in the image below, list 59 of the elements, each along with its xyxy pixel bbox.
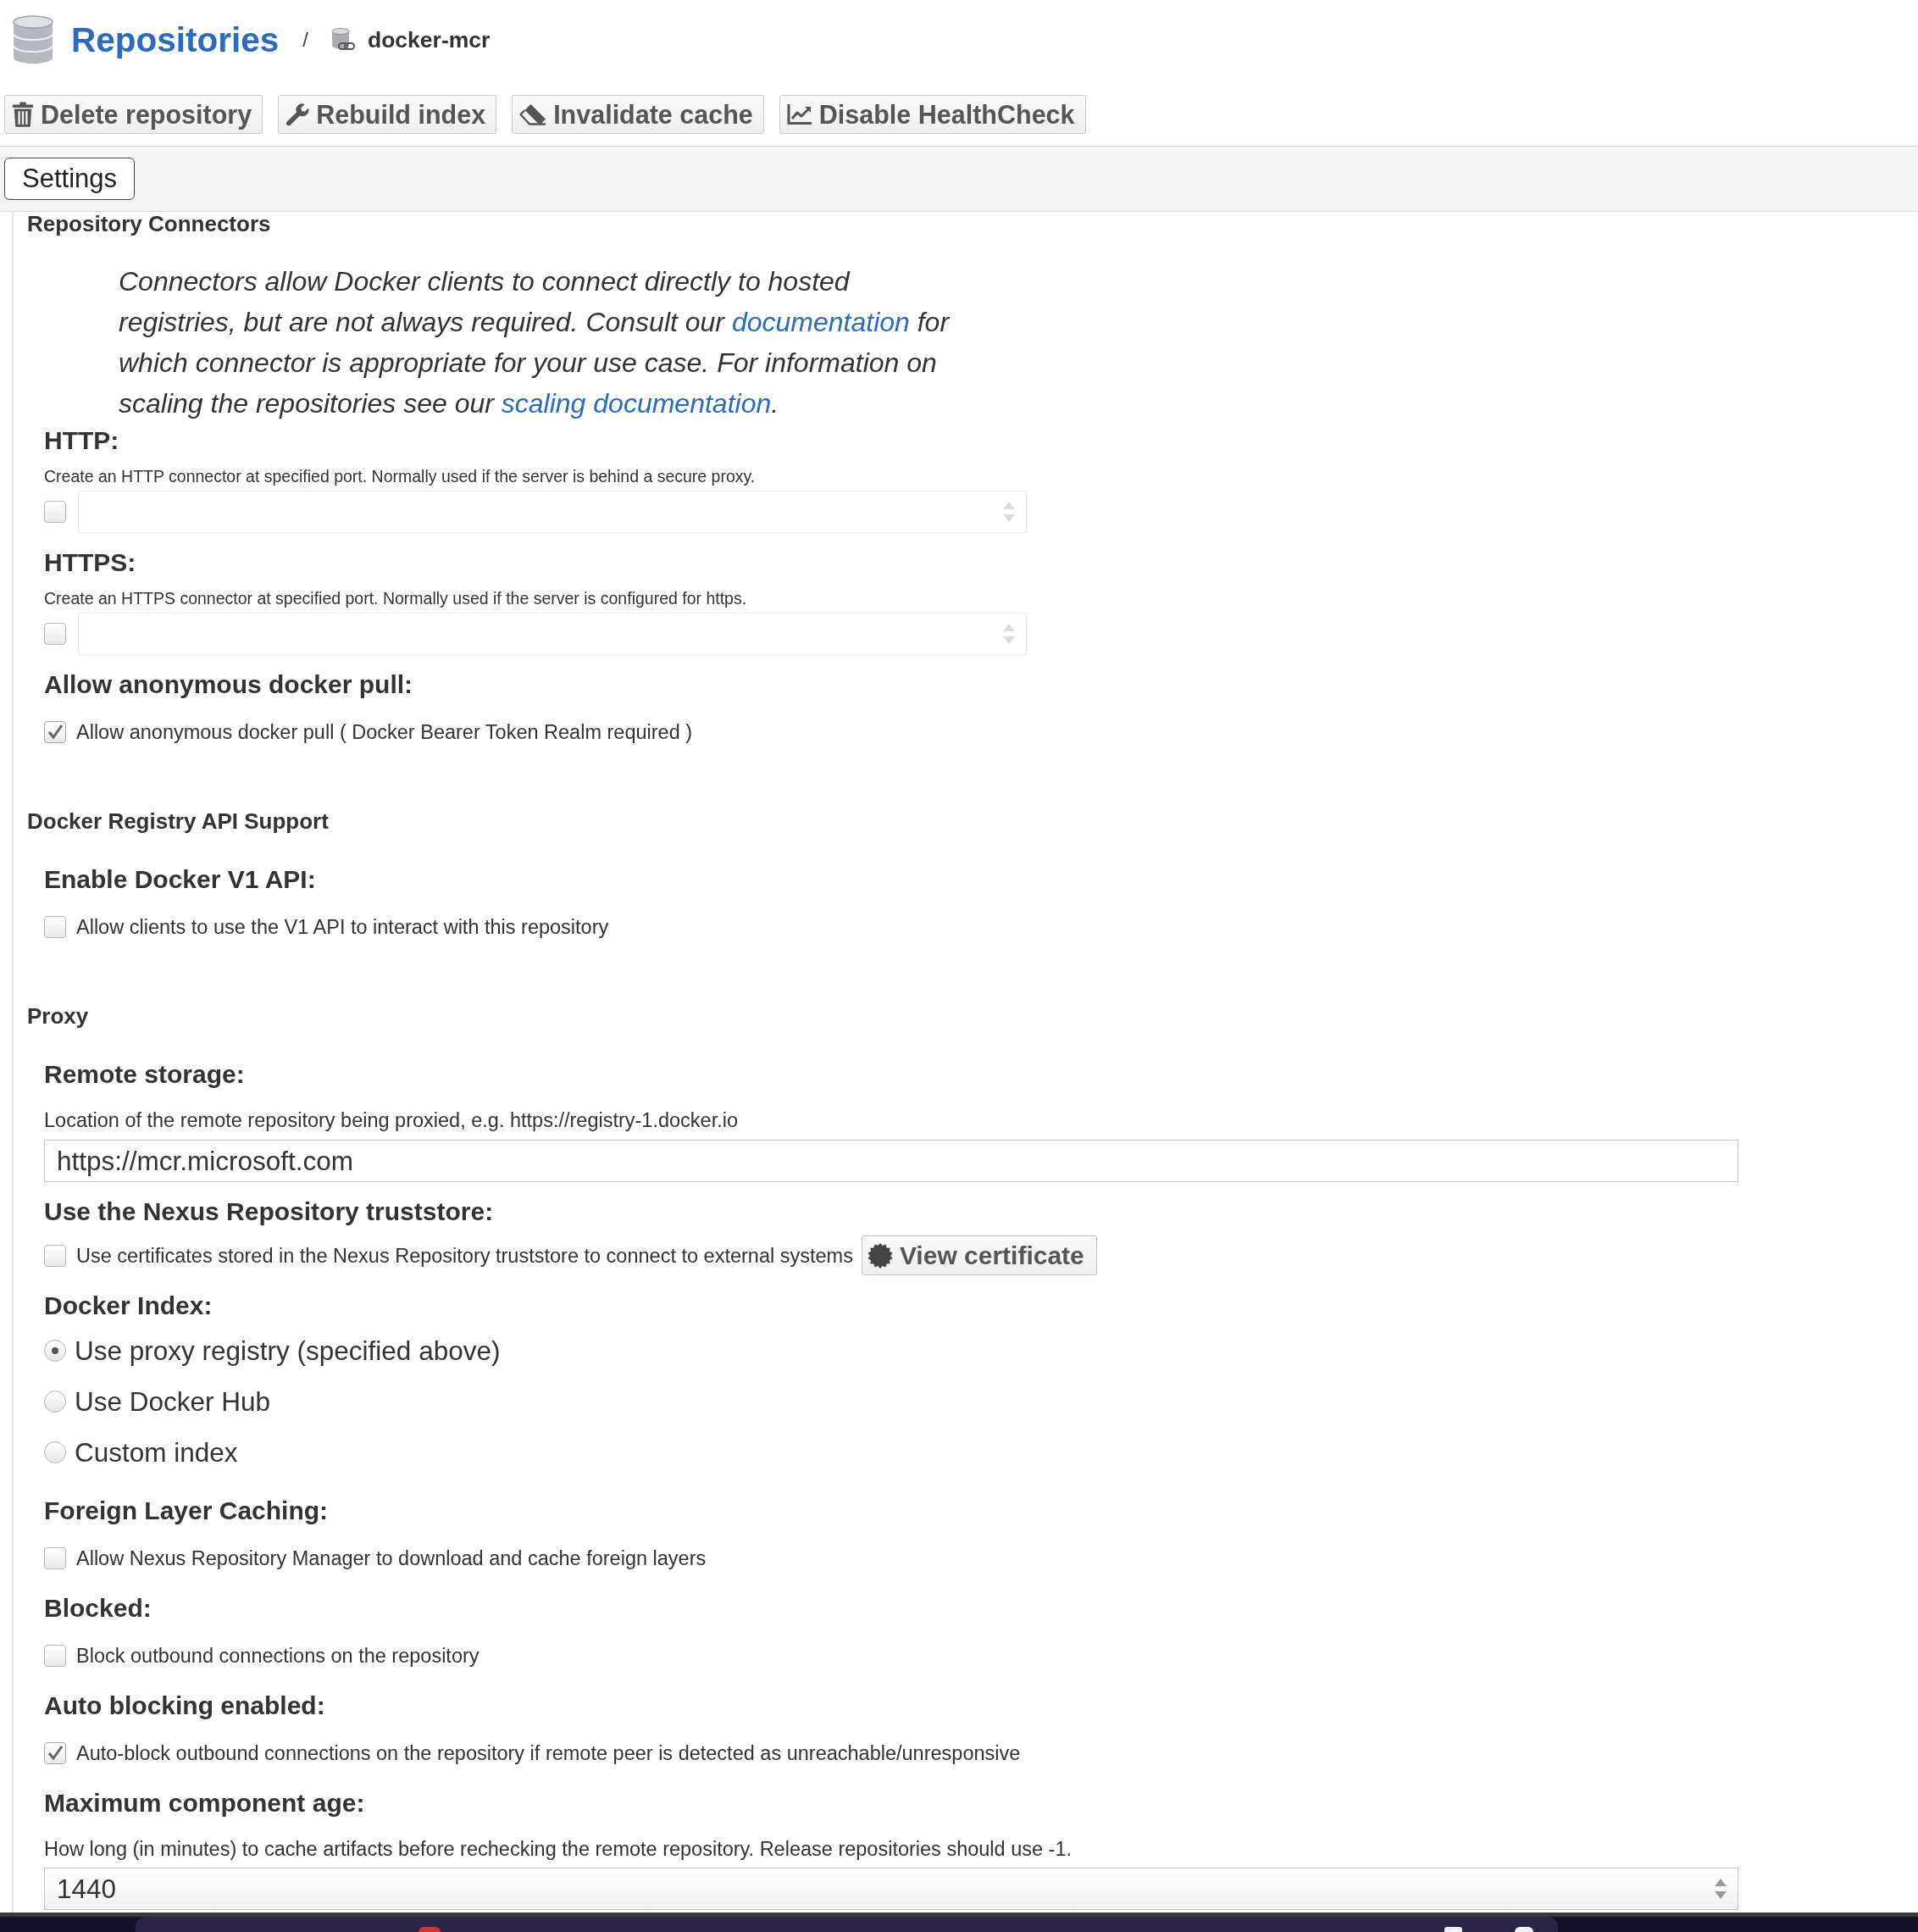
database-link-icon	[330, 27, 356, 53]
page-title[interactable]: Repositories	[71, 19, 280, 60]
checkbox[interactable]	[44, 1645, 66, 1667]
help-text: Create an HTTPS connector at specified port. Normally used if the server is configured for https.	[44, 588, 747, 608]
radio-button[interactable]	[44, 1441, 66, 1463]
breadcrumb-separator: /	[302, 28, 308, 52]
section-title: Proxy	[27, 1004, 89, 1028]
checkbox-label: Allow Nexus Repository Manager to download and cache foreign layers	[76, 1546, 707, 1571]
help-text: Location of the remote repository being proxied, e.g. https://registry-1.docker.io	[44, 1108, 739, 1132]
dock-app-icon[interactable]	[1515, 1927, 1533, 1932]
field-heading: Maximum component age:	[44, 1788, 365, 1818]
checkbox[interactable]	[44, 1244, 66, 1267]
repository-name: docker-mcr	[368, 26, 491, 53]
settings-tab[interactable]: Settings	[4, 158, 135, 200]
radio-label: Use proxy registry (specified above)	[75, 1335, 501, 1367]
stepper-icon[interactable]	[1714, 1878, 1727, 1900]
checkbox-label: Use certificates stored in the Nexus Repository truststore to connect to external systems	[76, 1243, 853, 1269]
trash-icon	[12, 102, 34, 127]
database-icon	[12, 15, 54, 64]
radio-label: Use Docker Hub	[75, 1385, 271, 1418]
line-chart-icon	[786, 103, 812, 125]
help-text: Create an HTTP connector at specified port. Normally used if the server is behind a secure proxy.	[44, 466, 756, 486]
field-heading: Blocked:	[44, 1593, 152, 1624]
checkbox-label: Allow anonymous docker pull ( Docker Bearer Token Realm required )	[76, 720, 693, 745]
radio-button[interactable]	[44, 1340, 66, 1362]
delete-repository-button[interactable]: Delete repository	[4, 95, 263, 134]
checkbox-label: Allow clients to use the V1 API to interact with this repository	[76, 915, 609, 940]
field-heading: Allow anonymous docker pull:	[44, 669, 413, 700]
invalidate-cache-button[interactable]: Invalidate cache	[512, 95, 764, 134]
field-heading: Auto blocking enabled:	[44, 1690, 325, 1721]
checkbox[interactable]	[44, 721, 66, 743]
view-certificate-button[interactable]: View certificate	[861, 1235, 1097, 1275]
checkbox[interactable]	[44, 1547, 66, 1569]
radio-label: Custom index	[75, 1436, 238, 1468]
help-text: How long (in minutes) to cache artifacts before rechecking the remote repository. Release repositories should use -1.	[44, 1837, 1072, 1861]
number-field[interactable]: 1440	[44, 1868, 1738, 1910]
documentation-link[interactable]: documentation	[731, 307, 910, 337]
checkbox-label: Auto-block outbound connections on the repository if remote peer is detected as unreachable/unresponsive	[76, 1741, 1021, 1766]
section-title: Docker Registry API Support	[27, 809, 329, 833]
url-field[interactable]: https://mcr.microsoft.com	[44, 1140, 1738, 1182]
intro-paragraph: Connectors allow Docker clients to connect directly to hosted registries, but are not always required. Consult our documentation for which connector is appropriate for your use case. For information on scaling the repositories see our scaling documentation.	[119, 265, 951, 420]
radio-button[interactable]	[44, 1391, 66, 1413]
disable-healthcheck-button[interactable]: Disable HealthCheck	[779, 95, 1086, 134]
field-heading: Docker Index:	[44, 1291, 213, 1321]
field-heading: Enable Docker V1 API:	[44, 864, 316, 895]
checkbox[interactable]	[44, 916, 66, 938]
field-heading: Use the Nexus Repository truststore:	[44, 1196, 494, 1227]
rebuild-index-button[interactable]: Rebuild index	[278, 95, 497, 134]
field-heading: HTTPS:	[44, 547, 136, 578]
checkbox-label: Block outbound connections on the repository	[76, 1644, 480, 1668]
seal-icon	[867, 1242, 893, 1269]
wrench-icon	[285, 103, 310, 126]
field-heading: Foreign Layer Caching:	[44, 1496, 329, 1526]
field-heading: Remote storage:	[44, 1059, 245, 1090]
eraser-icon	[519, 103, 547, 125]
section-title: Repository Connectors	[27, 212, 271, 236]
checkbox[interactable]	[44, 1742, 66, 1764]
documentation-link[interactable]: scaling documentation	[501, 388, 772, 419]
field-heading: HTTP:	[44, 425, 119, 456]
